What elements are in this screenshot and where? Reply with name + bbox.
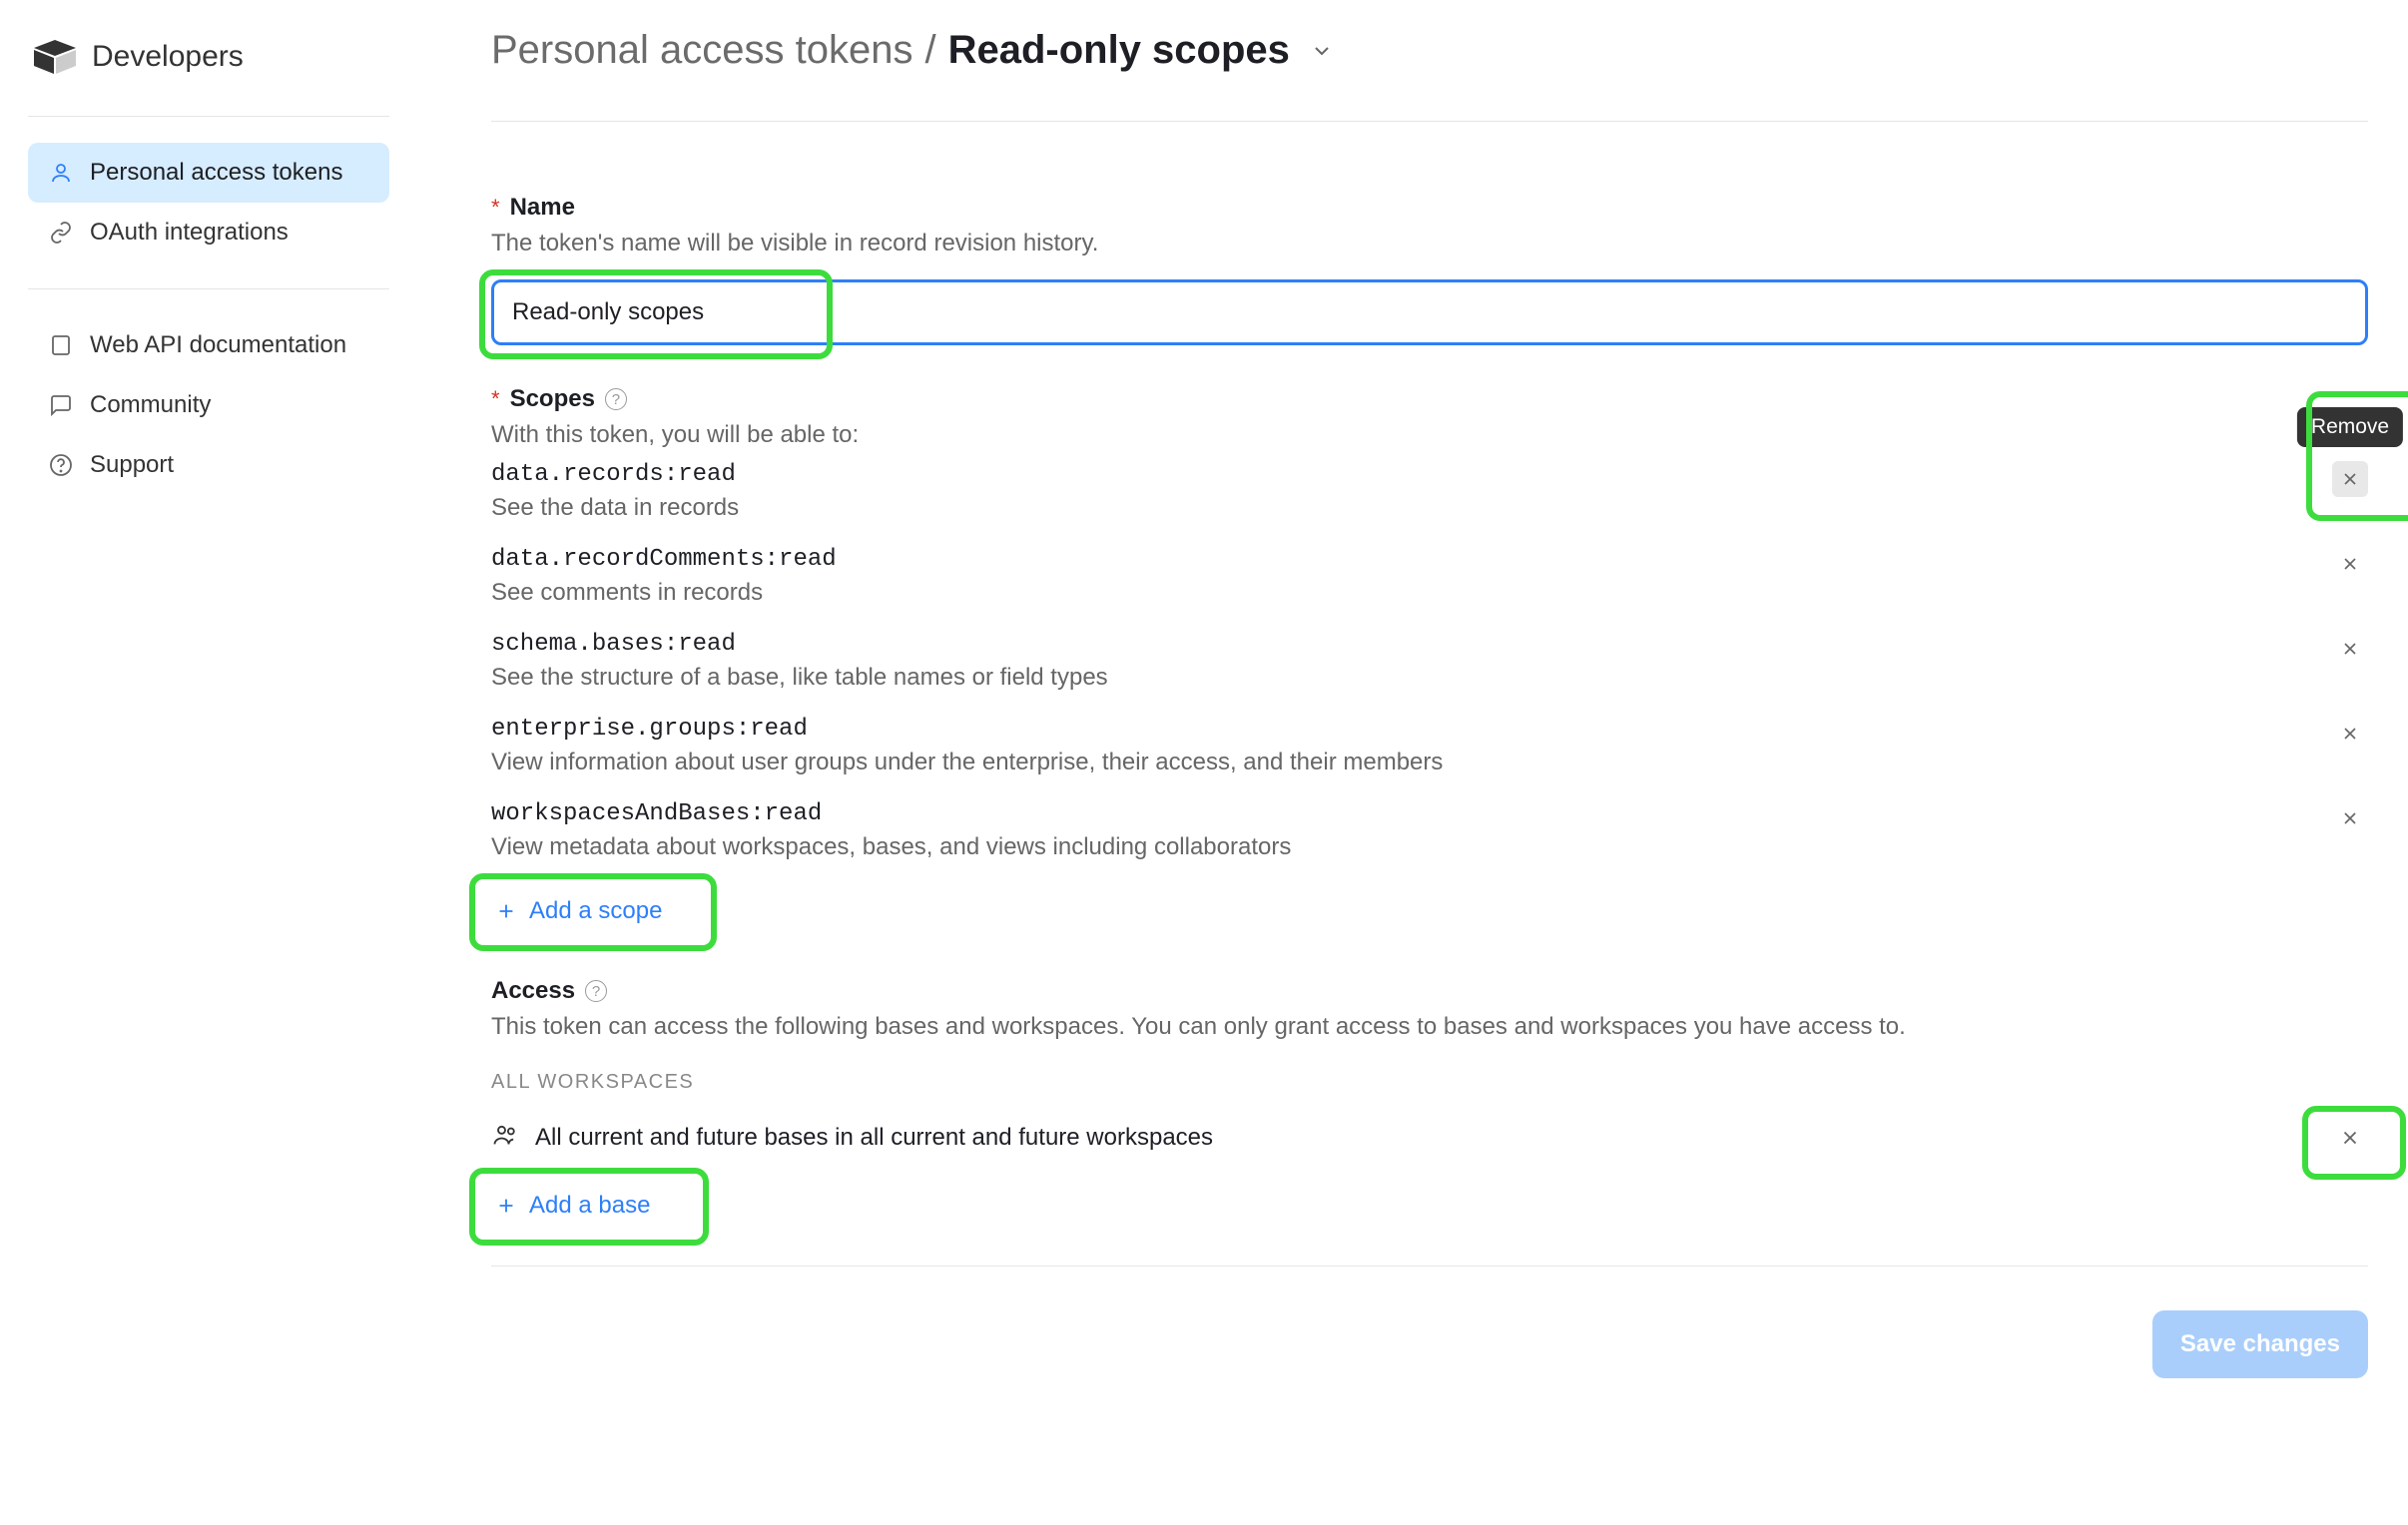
logo-icon bbox=[32, 38, 78, 76]
add-base-button[interactable]: Add a base bbox=[491, 1182, 654, 1230]
scope-row: workspacesAndBases:read View metadata abo… bbox=[491, 788, 2368, 873]
scope-row: enterprise.groups:read View information a… bbox=[491, 704, 2368, 788]
chat-icon bbox=[48, 392, 74, 418]
breadcrumb-separator: / bbox=[924, 28, 935, 73]
scope-code: enterprise.groups:read bbox=[491, 716, 2332, 743]
name-input[interactable] bbox=[491, 279, 2368, 345]
remove-scope-button[interactable] bbox=[2332, 546, 2368, 582]
sidebar-item-label: Community bbox=[90, 391, 211, 419]
add-base-label: Add a base bbox=[529, 1192, 650, 1220]
sidebar-item-oauth-integrations[interactable]: OAuth integrations bbox=[28, 203, 389, 262]
remove-scope-button[interactable] bbox=[2332, 800, 2368, 836]
sidebar-item-label: Personal access tokens bbox=[90, 159, 342, 187]
people-icon bbox=[491, 1121, 519, 1156]
access-subhead: ALL WORKSPACES bbox=[491, 1071, 2368, 1094]
scope-row: data.recordComments:read See comments in … bbox=[491, 534, 2368, 619]
required-indicator: * bbox=[491, 386, 500, 412]
sidebar-item-label: Support bbox=[90, 451, 174, 479]
remove-scope-button[interactable] bbox=[2332, 716, 2368, 752]
scopes-help: With this token, you will be able to: bbox=[491, 421, 2368, 449]
logo[interactable]: Developers bbox=[28, 28, 389, 116]
question-icon bbox=[48, 452, 74, 478]
save-changes-button[interactable]: Save changes bbox=[2152, 1310, 2368, 1378]
remove-tooltip: Remove bbox=[2297, 407, 2403, 447]
scope-code: data.recordComments:read bbox=[491, 546, 2332, 573]
required-indicator: * bbox=[491, 195, 500, 221]
help-icon[interactable]: ? bbox=[585, 980, 607, 1002]
scopes-label: Scopes bbox=[510, 385, 595, 413]
access-row-text: All current and future bases in all curr… bbox=[535, 1124, 1213, 1152]
scope-description: View information about user groups under… bbox=[491, 749, 2332, 776]
name-help: The token's name will be visible in reco… bbox=[491, 230, 2368, 257]
scope-code: data.records:read bbox=[491, 461, 2332, 488]
scope-description: See the data in records bbox=[491, 494, 2332, 522]
sidebar-item-community[interactable]: Community bbox=[28, 375, 389, 435]
scope-code: workspacesAndBases:read bbox=[491, 800, 2332, 827]
logo-text: Developers bbox=[92, 40, 244, 74]
user-icon bbox=[48, 160, 74, 186]
add-scope-button[interactable]: Add a scope bbox=[491, 887, 666, 935]
scope-code: schema.bases:read bbox=[491, 631, 2332, 658]
breadcrumb-current: Read-only scopes bbox=[948, 28, 1290, 73]
sidebar-item-web-api-documentation[interactable]: Web API documentation bbox=[28, 315, 389, 375]
scope-description: See the structure of a base, like table … bbox=[491, 664, 2332, 692]
name-label: Name bbox=[510, 194, 575, 222]
sidebar-item-label: OAuth integrations bbox=[90, 219, 289, 247]
remove-access-button[interactable] bbox=[2332, 1120, 2368, 1156]
access-help: This token can access the following base… bbox=[491, 1013, 2368, 1041]
book-icon bbox=[48, 332, 74, 358]
sidebar-item-support[interactable]: Support bbox=[28, 435, 389, 495]
access-row: All current and future bases in all curr… bbox=[491, 1112, 2368, 1164]
remove-scope-button[interactable] bbox=[2332, 631, 2368, 667]
scope-description: View metadata about workspaces, bases, a… bbox=[491, 833, 2332, 861]
remove-scope-button[interactable] bbox=[2332, 461, 2368, 497]
help-icon[interactable]: ? bbox=[605, 388, 627, 410]
breadcrumb-parent[interactable]: Personal access tokens bbox=[491, 28, 912, 73]
chevron-down-icon[interactable] bbox=[1310, 39, 1334, 63]
link-icon bbox=[48, 220, 74, 246]
breadcrumb: Personal access tokens / Read-only scope… bbox=[491, 28, 2368, 122]
sidebar-item-label: Web API documentation bbox=[90, 331, 346, 359]
sidebar-item-personal-access-tokens[interactable]: Personal access tokens bbox=[28, 143, 389, 203]
add-scope-label: Add a scope bbox=[529, 897, 662, 925]
access-label: Access bbox=[491, 977, 575, 1005]
scope-row: data.records:read See the data in records… bbox=[491, 449, 2368, 534]
scope-row: schema.bases:read See the structure of a … bbox=[491, 619, 2368, 704]
scope-description: See comments in records bbox=[491, 579, 2332, 607]
